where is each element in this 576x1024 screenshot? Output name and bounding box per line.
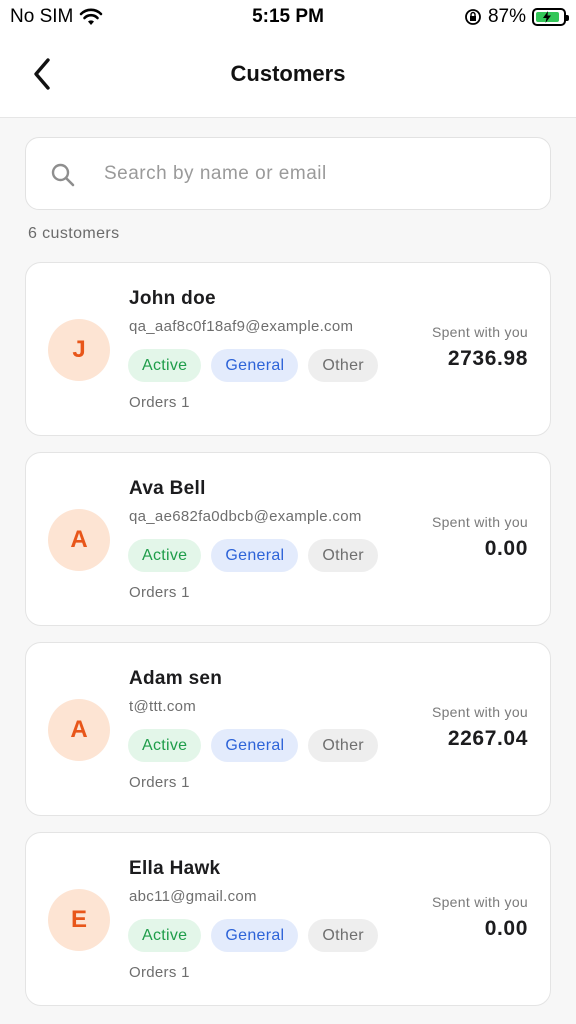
spent-label: Spent with you	[431, 894, 528, 910]
customer-card[interactable]: A Ava Bell qa_ae682fa0dbcb@example.com A…	[25, 452, 551, 626]
avatar: E	[48, 889, 110, 951]
customer-name: John doe	[129, 288, 216, 309]
customer-email: qa_ae682fa0dbcb@example.com	[129, 508, 362, 525]
navigation-bar: Customers	[0, 34, 576, 118]
search-bar[interactable]	[25, 137, 551, 210]
spent-label: Spent with you	[431, 514, 528, 530]
search-icon	[51, 163, 75, 187]
status-bar: No SIM 5:15 PM 87%	[0, 0, 576, 34]
avatar: J	[48, 319, 110, 381]
customer-name: Adam sen	[129, 668, 223, 689]
tag-other: Other	[308, 349, 378, 382]
spent-value: 2267.04	[447, 727, 528, 750]
customer-card[interactable]: E Ella Hawk abc11@gmail.com Active Gener…	[25, 832, 551, 1006]
tag-other: Other	[308, 539, 378, 572]
tag-general: General	[211, 919, 299, 952]
rotation-lock-icon	[465, 9, 481, 25]
customer-email: t@ttt.com	[129, 698, 197, 715]
avatar: A	[48, 509, 110, 571]
avatar: A	[48, 699, 110, 761]
customer-email: qa_aaf8c0f18af9@example.com	[129, 318, 354, 335]
customer-name: Ava Bell	[129, 478, 206, 499]
customer-email: abc11@gmail.com	[129, 888, 257, 905]
customer-count: 6 customers	[28, 225, 120, 242]
tag-general: General	[211, 729, 299, 762]
page-title: Customers	[230, 61, 346, 86]
customer-card[interactable]: J John doe qa_aaf8c0f18af9@example.com A…	[25, 262, 551, 436]
battery-level-fill	[536, 11, 559, 23]
spent-label: Spent with you	[431, 324, 528, 340]
tag-group: Active General Other	[128, 919, 378, 952]
orders-count: Orders 1	[129, 964, 190, 981]
orders-count: Orders 1	[129, 394, 190, 411]
orders-count: Orders 1	[129, 774, 190, 791]
spent-value: 2736.98	[447, 347, 528, 370]
tag-group: Active General Other	[128, 539, 378, 572]
orders-count: Orders 1	[129, 584, 190, 601]
search-input[interactable]	[104, 148, 524, 200]
customer-name: Ella Hawk	[129, 858, 221, 879]
tag-active: Active	[128, 919, 202, 952]
battery-percent: 87%	[487, 6, 526, 27]
tag-active: Active	[128, 539, 202, 572]
spent-label: Spent with you	[431, 704, 528, 720]
tag-other: Other	[308, 919, 378, 952]
customer-list: J John doe qa_aaf8c0f18af9@example.com A…	[25, 262, 551, 1022]
tag-group: Active General Other	[128, 349, 378, 382]
status-right: 87%	[464, 6, 569, 28]
spent-value: 0.00	[484, 537, 528, 560]
customer-card[interactable]: A Adam sen t@ttt.com Active General Othe…	[25, 642, 551, 816]
tag-active: Active	[128, 349, 202, 382]
spent-value: 0.00	[484, 917, 528, 940]
tag-group: Active General Other	[128, 729, 378, 762]
tag-other: Other	[308, 729, 378, 762]
tag-general: General	[211, 349, 299, 382]
battery-charging-icon	[532, 8, 569, 26]
tag-general: General	[211, 539, 299, 572]
tag-active: Active	[128, 729, 202, 762]
